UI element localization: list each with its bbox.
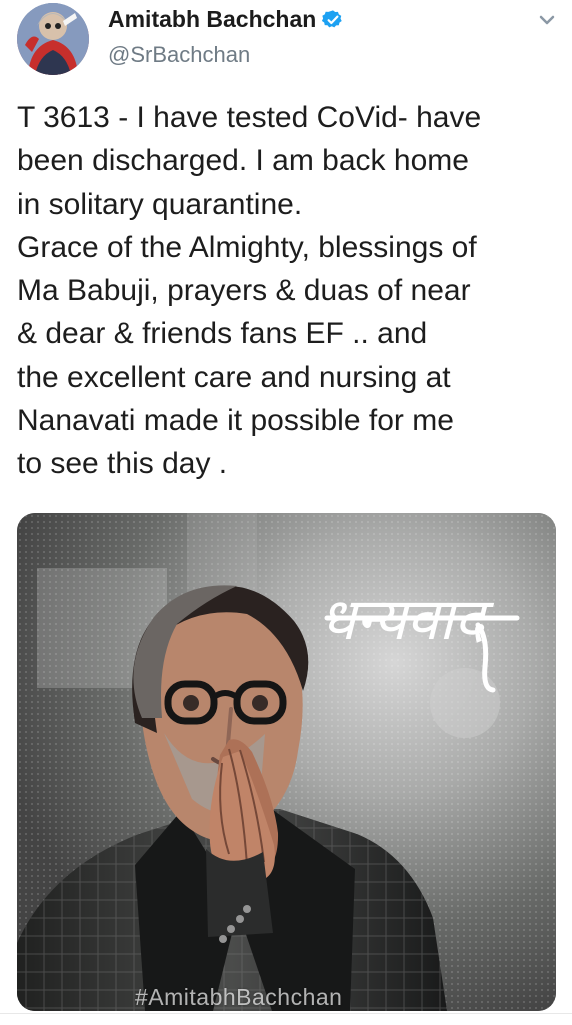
thank-you-photo: धन्यवाद	[17, 513, 556, 1011]
profile-avatar[interactable]	[17, 3, 89, 75]
tweet-line-1: T 3613 - I have tested CoVid- have	[17, 101, 482, 134]
tweet-image[interactable]: धन्यवाद #AmitabhBachchan	[17, 513, 556, 1011]
verified-badge-icon	[322, 10, 342, 28]
tweet-line-2: been discharged. I am back home	[17, 144, 469, 178]
tweet-line-4: Grace of the Almighty, blessings of	[17, 230, 477, 264]
author-name[interactable]: Amitabh Bachchan	[108, 6, 316, 33]
tweet-text: T 3613 - I have tested CoVid- have been …	[17, 96, 562, 486]
tweet-header: Amitabh Bachchan @SrBachchan	[0, 0, 572, 92]
devanagari-thanks-text: धन्यवाद	[320, 585, 495, 653]
tweet-line-3: in solitary quarantine.	[17, 187, 303, 221]
image-hashtag: #AmitabhBachchan	[135, 984, 343, 1010]
tweet-line-7: the excellent care and nursing at	[17, 360, 451, 394]
tweet-line-6: & dear & friends fans EF .. and	[17, 317, 428, 351]
author-handle[interactable]: @SrBachchan	[108, 42, 250, 68]
avatar-illustration	[17, 3, 89, 75]
chevron-down-icon[interactable]	[534, 10, 560, 30]
tweet-line-5: Ma Babuji, prayers & duas of near	[17, 274, 471, 308]
tweet-line-8: Nanavati made it possible for me	[17, 404, 454, 438]
tweet-line-9: to see this day .	[17, 447, 228, 481]
bottom-divider	[0, 1013, 572, 1025]
